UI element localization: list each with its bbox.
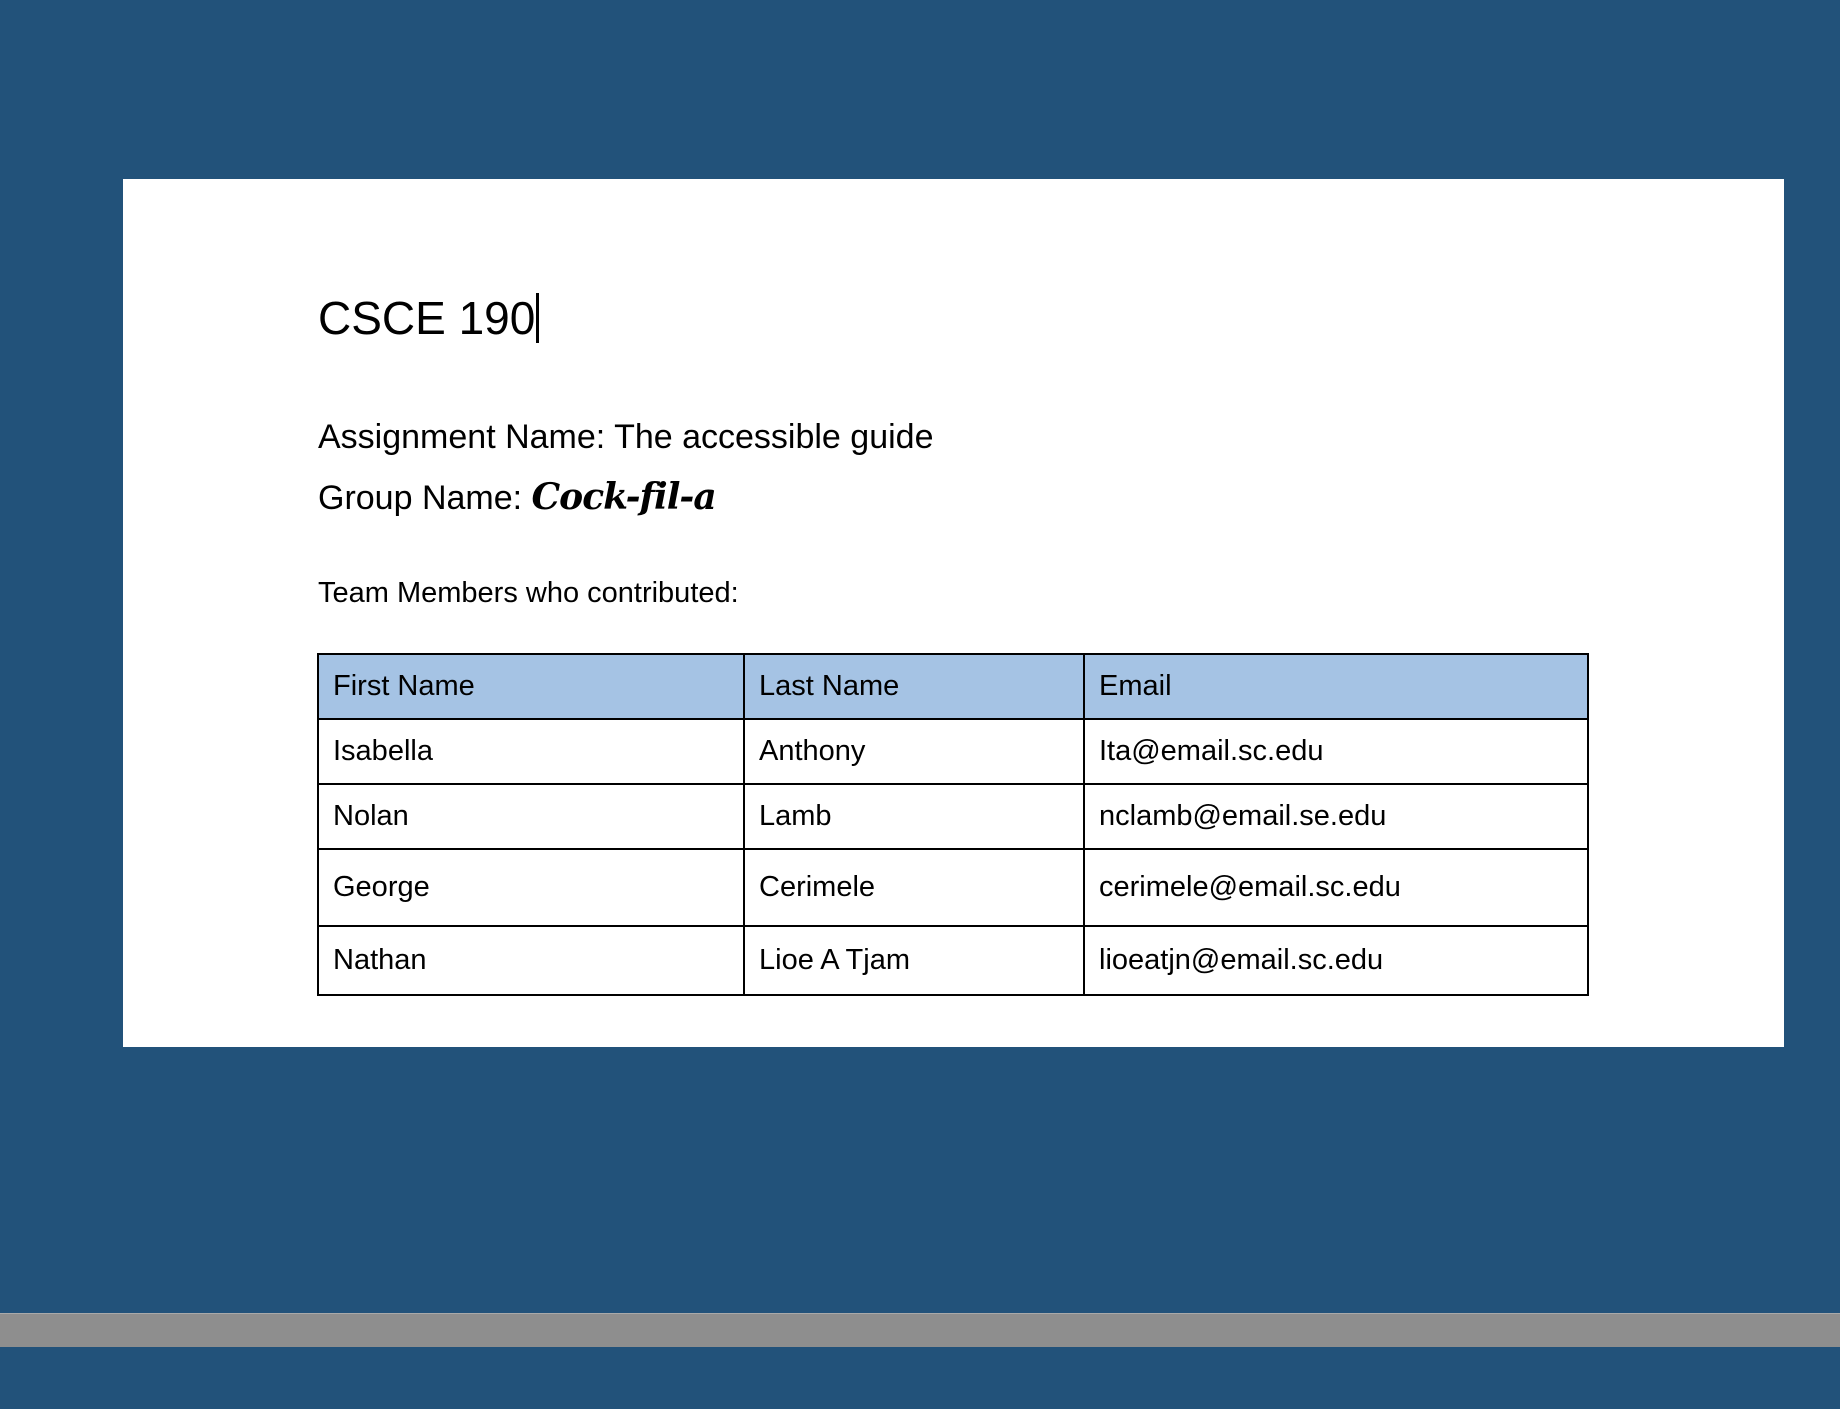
table-row: Nolan Lamb nclamb@email.se.edu [317, 783, 1589, 850]
document-page[interactable]: CSCE 190 Assignment Name: The accessible… [123, 179, 1784, 1047]
header-last-name[interactable]: Last Name [743, 653, 1085, 720]
horizontal-scrollbar[interactable] [0, 1313, 1840, 1347]
table-row: Isabella Anthony Ita@email.sc.edu [317, 718, 1589, 785]
team-members-label[interactable]: Team Members who contributed: [318, 577, 739, 610]
document-title[interactable]: CSCE 190 [318, 292, 540, 344]
cell-email[interactable]: nclamb@email.se.edu [1083, 783, 1589, 850]
header-email[interactable]: Email [1083, 653, 1589, 720]
cell-first-name[interactable]: Nolan [317, 783, 745, 850]
group-name[interactable]: Cock-fil-a [532, 476, 717, 518]
cell-first-name[interactable]: Nathan [317, 925, 745, 996]
team-members-table[interactable]: First Name Last Name Email Isabella Anth… [317, 653, 1589, 996]
cell-last-name[interactable]: Cerimele [743, 848, 1085, 927]
header-first-name[interactable]: First Name [317, 653, 745, 720]
cell-last-name[interactable]: Anthony [743, 718, 1085, 785]
table-header-row: First Name Last Name Email [317, 653, 1589, 720]
cell-email[interactable]: Ita@email.sc.edu [1083, 718, 1589, 785]
group-line[interactable]: Group Name: Cock-fil-a [318, 476, 717, 518]
cell-first-name[interactable]: George [317, 848, 745, 927]
title-text[interactable]: CSCE 190 [318, 292, 535, 344]
cell-last-name[interactable]: Lamb [743, 783, 1085, 850]
cell-email[interactable]: cerimele@email.sc.edu [1083, 848, 1589, 927]
assignment-line[interactable]: Assignment Name: The accessible guide [318, 420, 933, 454]
group-label: Group Name: [318, 479, 532, 517]
assignment-name[interactable]: The accessible guide [614, 418, 933, 456]
cell-first-name[interactable]: Isabella [317, 718, 745, 785]
cell-last-name[interactable]: Lioe A Tjam [743, 925, 1085, 996]
assignment-label: Assignment Name: [318, 418, 615, 456]
text-cursor [536, 293, 540, 343]
editor-workspace: CSCE 190 Assignment Name: The accessible… [0, 0, 1840, 1409]
table-row: George Cerimele cerimele@email.sc.edu [317, 848, 1589, 927]
cell-email[interactable]: lioeatjn@email.sc.edu [1083, 925, 1589, 996]
table-row: Nathan Lioe A Tjam lioeatjn@email.sc.edu [317, 925, 1589, 996]
